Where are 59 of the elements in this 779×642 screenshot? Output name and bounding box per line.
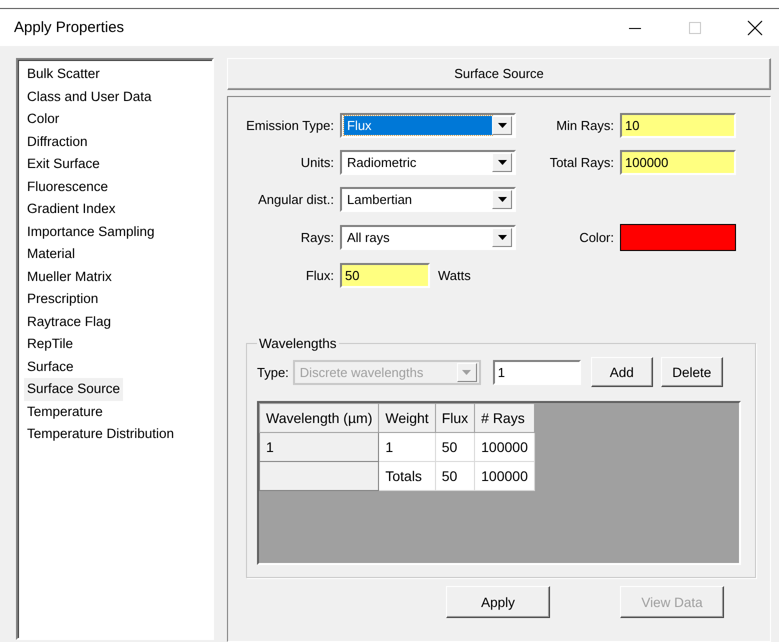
unit-label: Watts: [438, 268, 471, 283]
row-header: 1: [260, 432, 379, 462]
list-item[interactable]: RepTile: [24, 333, 76, 356]
list-item[interactable]: Material: [24, 243, 78, 266]
table-cell: 100000: [474, 432, 534, 462]
field-label: Flux:: [304, 268, 334, 283]
table-cell: 50: [435, 462, 475, 490]
list-item[interactable]: Mueller Matrix: [24, 266, 115, 288]
input-field[interactable]: 10: [620, 113, 736, 138]
field-label: Rays:: [300, 230, 334, 245]
table-cell: 1: [378, 432, 436, 462]
field-label: Total Rays:: [548, 155, 614, 170]
dropdown[interactable]: Lambertian: [340, 187, 516, 212]
color-swatch[interactable]: [620, 224, 736, 251]
caret-icon: [498, 123, 506, 128]
dropdown[interactable]: Flux: [340, 113, 516, 138]
dropdown[interactable]: All rays: [340, 225, 516, 250]
input-field[interactable]: 50: [340, 263, 430, 288]
field-label: Angular dist.:: [257, 192, 334, 207]
action-button[interactable]: Add: [590, 357, 653, 387]
list-item[interactable]: Color: [24, 108, 62, 130]
window-title: Apply Properties: [14, 19, 124, 36]
list-item[interactable]: Importance Sampling: [24, 220, 158, 243]
list-item[interactable]: Class and User Data: [24, 86, 155, 108]
list-item[interactable]: Prescription: [24, 288, 102, 310]
field-label: Units:: [300, 155, 334, 170]
field-label: Emission Type:: [245, 118, 334, 133]
list-item[interactable]: Bulk Scatter: [24, 63, 103, 86]
caret-icon: [498, 160, 506, 165]
column-header: Wavelength (µm): [260, 404, 379, 432]
close-icon[interactable]: [747, 20, 763, 36]
field-label: Color:: [578, 230, 614, 245]
caret-icon: [462, 370, 472, 374]
list-item[interactable]: Diffraction: [24, 130, 91, 153]
field-label: Type:: [257, 364, 289, 380]
list-item[interactable]: Exit Surface: [24, 153, 103, 176]
column-header: Weight: [378, 404, 436, 432]
caret-icon: [498, 235, 506, 240]
action-button[interactable]: Apply: [446, 586, 550, 618]
list-item[interactable]: Surface: [24, 356, 77, 378]
group-title: Wavelengths: [258, 336, 338, 351]
list-item[interactable]: Fluorescence: [24, 176, 112, 198]
panel-header: Surface Source: [227, 58, 771, 90]
list-item[interactable]: Temperature Distribution: [24, 423, 178, 446]
list-item[interactable]: Surface Source: [24, 378, 124, 400]
column-header: # Rays: [474, 404, 534, 432]
table-cell: 50: [435, 432, 475, 462]
list-item[interactable]: Gradient Index: [24, 198, 119, 220]
table-cell: 100000: [474, 462, 534, 490]
input-field[interactable]: 100000: [620, 150, 736, 175]
table-cell: Totals: [378, 462, 436, 490]
dropdown[interactable]: Radiometric: [340, 150, 516, 175]
caret-icon: [498, 197, 506, 202]
column-header: Flux: [435, 404, 475, 432]
list-item[interactable]: Temperature: [24, 400, 106, 423]
action-button[interactable]: Delete: [660, 357, 723, 387]
input-field[interactable]: 1: [492, 360, 581, 384]
list-item[interactable]: Raytrace Flag: [24, 310, 114, 333]
field-label: Min Rays:: [555, 118, 614, 133]
